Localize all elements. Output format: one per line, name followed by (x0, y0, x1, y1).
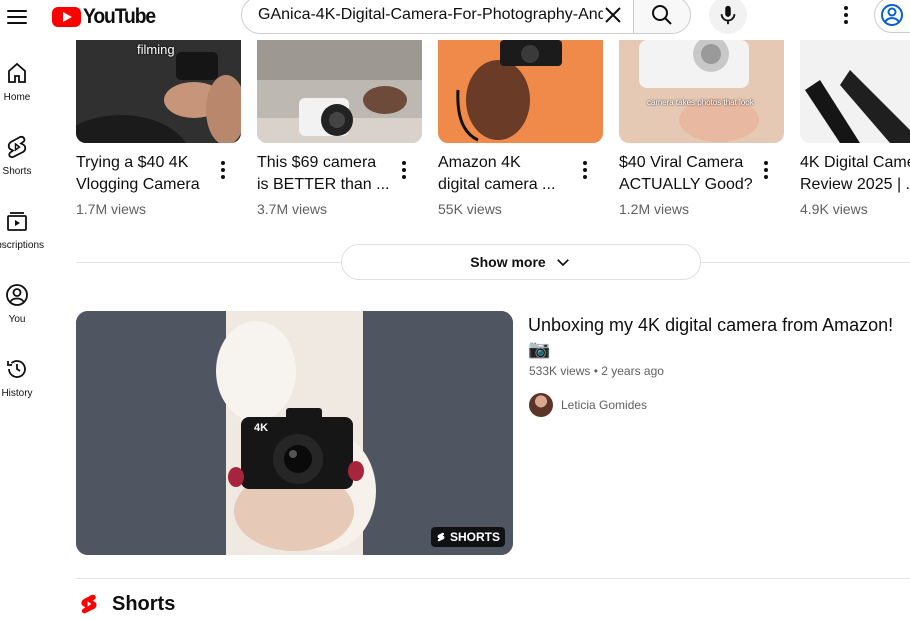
search-button[interactable] (633, 0, 691, 34)
sidebar-item-label: History (1, 388, 33, 399)
thumbnail-caption: filming (137, 42, 175, 57)
more-vert-icon[interactable] (217, 161, 229, 179)
show-more-button[interactable]: Show more (341, 244, 701, 280)
video-title[interactable]: 4K Digital Came Review 2025 | ... (800, 152, 910, 196)
sidebar-item-label: Home (3, 92, 31, 103)
video-thumbnail[interactable]: filming (76, 40, 241, 143)
shorts-badge: SHORTS (430, 527, 505, 547)
thumbnail-image (619, 40, 784, 143)
mic-icon (720, 5, 736, 25)
sidebar-item-label: Subscriptions (0, 240, 45, 251)
close-icon (605, 7, 621, 23)
featured-title[interactable]: Unboxing my 4K digital camera from Amazo… (528, 313, 903, 361)
video-title[interactable]: This $69 camera is BETTER than ... (257, 152, 397, 196)
search-icon (652, 5, 672, 25)
shorts-logo-icon (81, 594, 97, 614)
sidebar-item-label: You (8, 314, 26, 325)
logo-text: YouTube (83, 5, 156, 28)
video-thumbnail[interactable]: camera takes photos that look (619, 40, 784, 143)
video-thumbnail[interactable] (438, 40, 603, 143)
sidebar: Home Shorts Subscriptions You History (0, 40, 64, 620)
video-title[interactable]: Amazon 4K digital camera ... (438, 152, 578, 196)
top-bar: YouTube GAnica-4K-Digital-Camera-For-Pho… (0, 0, 910, 40)
video-title[interactable]: Trying a $40 4K Vlogging Camera (76, 152, 216, 196)
sidebar-item-label: Shorts (2, 166, 32, 177)
shorts-icon (437, 532, 445, 542)
sidebar-item-history[interactable]: History (0, 356, 64, 416)
youtube-logo[interactable]: YouTube (52, 5, 161, 29)
home-icon (8, 62, 26, 83)
search-query[interactable]: GAnica-4K-Digital-Camera-For-Photography… (258, 6, 603, 24)
chevron-down-icon (556, 259, 569, 267)
sidebar-item-you[interactable]: You (0, 282, 64, 342)
video-card[interactable]: Amazon 4K digital camera ... 55K views (438, 40, 603, 220)
video-card[interactable]: This $69 camera is BETTER than ... 3.7M v… (257, 40, 422, 220)
clear-search-button[interactable] (601, 3, 625, 27)
show-more-label: Show more (470, 254, 546, 270)
history-icon (7, 360, 26, 378)
video-card[interactable]: camera takes photos that look $40 Viral … (619, 40, 784, 220)
featured-meta: 533K views • 2 years ago (529, 364, 664, 378)
shorts-section-header: Shorts (78, 592, 175, 616)
more-vert-icon[interactable] (579, 161, 591, 179)
featured-short-thumbnail[interactable]: 4K SHORTS (76, 311, 513, 555)
sidebar-item-shorts[interactable]: Shorts (0, 134, 64, 194)
video-card[interactable]: filming Trying a $40 4K Vlogging Camera 1… (76, 40, 241, 220)
more-vert-icon[interactable] (760, 161, 772, 179)
video-card[interactable]: 4K Digital Came Review 2025 | ... 4.9K vi… (800, 40, 910, 220)
video-views: 4.9K views (800, 201, 868, 217)
video-views: 1.7M views (76, 201, 147, 217)
voice-search-button[interactable] (709, 0, 747, 34)
channel-name[interactable]: Leticia Gomides (561, 398, 647, 412)
youtube-logo-icon (52, 7, 81, 27)
menu-button[interactable] (4, 4, 30, 30)
more-vert-icon[interactable] (836, 4, 856, 26)
thumbnail-image: 4K (76, 311, 513, 555)
thumbnail-image (438, 40, 603, 143)
you-icon (6, 284, 28, 306)
thumbnail-image (257, 40, 422, 143)
thumbnail-image (800, 40, 910, 143)
avatar[interactable] (529, 393, 553, 417)
search-input[interactable]: GAnica-4K-Digital-Camera-For-Photography… (241, 0, 633, 34)
camera-label: 4K (254, 422, 268, 434)
account-button[interactable] (874, 0, 910, 33)
video-views: 3.7M views (257, 201, 328, 217)
shorts-section-title: Shorts (112, 592, 176, 615)
divider (76, 578, 910, 579)
video-thumbnail[interactable] (800, 40, 910, 143)
sidebar-item-subscriptions[interactable]: Subscriptions (0, 208, 64, 268)
account-icon (881, 4, 903, 26)
channel-link[interactable]: Leticia Gomides (529, 393, 647, 417)
sidebar-item-home[interactable]: Home (0, 60, 64, 120)
video-views: 1.2M views (619, 201, 690, 217)
video-thumbnail[interactable] (257, 40, 422, 143)
subscriptions-icon (7, 212, 27, 231)
shorts-icon (7, 135, 27, 159)
video-views: 55K views (438, 201, 502, 217)
thumbnail-caption: camera takes photos that look (647, 98, 754, 107)
shorts-badge-label: SHORTS (449, 530, 500, 544)
video-title[interactable]: $40 Viral Camera ACTUALLY Good? (619, 152, 759, 196)
more-vert-icon[interactable] (398, 161, 410, 179)
